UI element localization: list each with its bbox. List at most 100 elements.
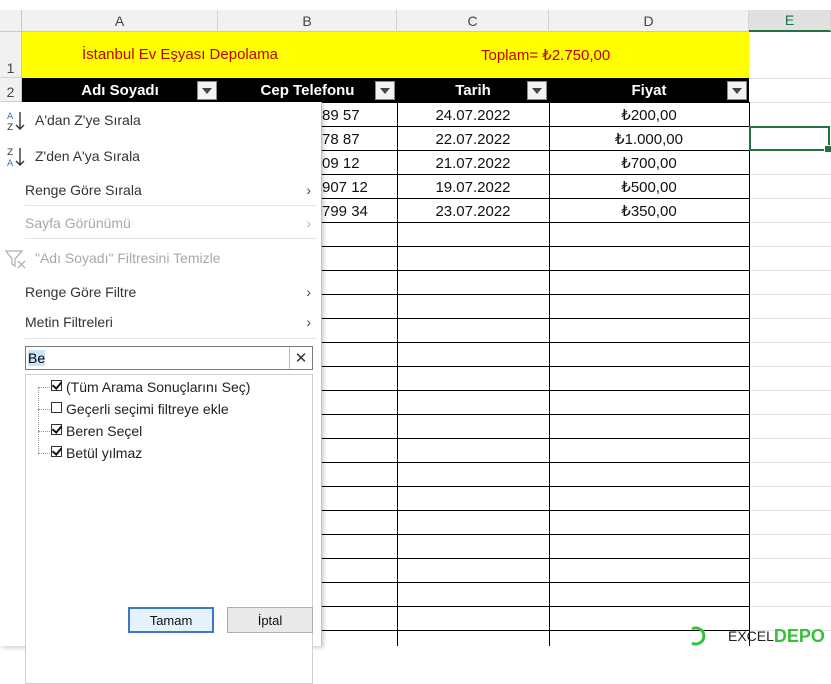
date-cell[interactable]: 22.07.2022 bbox=[397, 127, 549, 151]
column-header-e[interactable]: E bbox=[749, 10, 831, 32]
menu-label: A'dan Z'ye Sırala bbox=[35, 112, 141, 128]
tree-connector bbox=[38, 409, 50, 410]
autofilter-menu: A Z A'dan Z'ye Sırala Z A Z'den A'ya Sır… bbox=[0, 102, 322, 684]
row-header-1[interactable]: 1 bbox=[0, 32, 22, 78]
date-cell[interactable]: 21.07.2022 bbox=[397, 151, 549, 175]
list-item[interactable]: Beren Seçel bbox=[66, 421, 142, 441]
date-cell[interactable]: 19.07.2022 bbox=[397, 175, 549, 199]
checkbox-betul[interactable] bbox=[51, 446, 62, 457]
menu-label: Sayfa Görünümü bbox=[25, 215, 131, 231]
filter-dropdown-button[interactable] bbox=[727, 81, 747, 100]
column-header-a[interactable]: A bbox=[22, 10, 218, 32]
chevron-right-icon: › bbox=[306, 182, 311, 198]
price-cell[interactable]: ₺500,00 bbox=[549, 175, 749, 199]
column-header-d[interactable]: D bbox=[549, 10, 749, 32]
fill-handle[interactable] bbox=[824, 145, 831, 153]
filter-dropdown-button[interactable] bbox=[375, 81, 395, 100]
chevron-right-icon: › bbox=[306, 314, 311, 330]
filter-values-list: (Tüm Arama Sonuçlarını Seç) Geçerli seçi… bbox=[25, 374, 313, 684]
logo-text-excel: EXCEL bbox=[728, 628, 774, 644]
phone-cell[interactable]: 907 12 bbox=[322, 175, 368, 199]
chevron-down-icon bbox=[532, 87, 542, 94]
checkbox-select-all[interactable] bbox=[51, 380, 62, 391]
grid-line bbox=[750, 606, 831, 607]
grid-line bbox=[750, 270, 831, 271]
grid-line bbox=[750, 414, 831, 415]
menu-sheet-view: Sayfa Görünümü › bbox=[0, 208, 321, 238]
chevron-down-icon bbox=[380, 87, 390, 94]
grid-line bbox=[750, 174, 831, 175]
column-header-b[interactable]: B bbox=[218, 10, 397, 32]
price-cell[interactable]: ₺1.000,00 bbox=[549, 127, 749, 151]
total-text: Toplam= ₺2.750,00 bbox=[481, 47, 611, 64]
phone-cell[interactable]: 799 34 bbox=[322, 199, 368, 223]
list-item[interactable]: Geçerli seçimi filtreye ekle bbox=[66, 399, 229, 419]
grid-line bbox=[750, 198, 831, 199]
menu-text-filters[interactable]: Metin Filtreleri › bbox=[0, 307, 321, 337]
grid-line bbox=[750, 462, 831, 463]
menu-sort-a-to-z[interactable]: A Z A'dan Z'ye Sırala bbox=[0, 105, 321, 135]
chevron-right-icon: › bbox=[306, 284, 311, 300]
active-cell-selection[interactable] bbox=[749, 126, 831, 153]
tree-connector bbox=[38, 387, 50, 388]
grid-line bbox=[750, 246, 831, 247]
header-name: Adı Soyadı bbox=[81, 81, 159, 99]
cancel-button[interactable]: İptal bbox=[227, 607, 313, 633]
list-item[interactable]: (Tüm Arama Sonuçlarını Seç) bbox=[66, 377, 250, 397]
logo-icon bbox=[691, 626, 706, 646]
menu-sort-by-color[interactable]: Renge Göre Sırala › bbox=[0, 175, 321, 205]
grid-line bbox=[750, 390, 831, 391]
toolbar-strip bbox=[0, 0, 831, 10]
checkbox-add-to-filter[interactable] bbox=[51, 402, 62, 413]
menu-separator bbox=[25, 205, 317, 206]
price-cell[interactable]: ₺350,00 bbox=[549, 199, 749, 223]
date-cell[interactable]: 23.07.2022 bbox=[397, 199, 549, 223]
tree-connector bbox=[38, 387, 39, 453]
header-phone: Cep Telefonu bbox=[260, 81, 355, 99]
menu-sort-z-to-a[interactable]: Z A Z'den A'ya Sırala bbox=[0, 141, 321, 171]
grid-line bbox=[750, 318, 831, 319]
date-cell[interactable]: 24.07.2022 bbox=[397, 103, 549, 127]
filter-dropdown-button[interactable] bbox=[197, 81, 217, 100]
grid-line bbox=[750, 582, 831, 583]
checkbox-beren[interactable] bbox=[51, 424, 62, 435]
menu-label: Renge Göre Filtre bbox=[25, 284, 137, 300]
phone-cell[interactable]: 89 57 bbox=[322, 103, 360, 127]
excel-depo-logo: EXCEL DEPO bbox=[688, 626, 825, 646]
header-price: Fiyat bbox=[631, 81, 667, 99]
grid-line bbox=[750, 222, 831, 223]
price-cell[interactable]: ₺200,00 bbox=[549, 103, 749, 127]
grid-line bbox=[750, 558, 831, 559]
tree-connector bbox=[38, 453, 50, 454]
filter-search-input[interactable]: Be ✕ bbox=[25, 346, 313, 370]
menu-separator bbox=[25, 238, 317, 239]
phone-cell[interactable]: 78 87 bbox=[322, 127, 360, 151]
chevron-down-icon bbox=[732, 87, 742, 94]
menu-label: "Adı Soyadı" Filtresini Temizle bbox=[35, 250, 221, 266]
chevron-right-icon: › bbox=[306, 215, 311, 231]
chevron-down-icon bbox=[202, 87, 212, 94]
phone-cell[interactable]: 09 12 bbox=[322, 151, 360, 175]
menu-filter-by-color[interactable]: Renge Göre Filtre › bbox=[0, 277, 321, 307]
grid-line bbox=[750, 486, 831, 487]
svg-text:Z: Z bbox=[7, 148, 13, 158]
sort-ascending-icon: A Z bbox=[7, 112, 25, 133]
company-title: İstanbul Ev Eşyası Depolama bbox=[82, 46, 278, 63]
grid-line bbox=[749, 78, 831, 79]
menu-label: Renge Göre Sırala bbox=[25, 182, 142, 198]
list-item[interactable]: Betül yılmaz bbox=[66, 443, 142, 463]
close-icon[interactable]: ✕ bbox=[289, 347, 312, 369]
search-input-value: Be bbox=[28, 350, 46, 366]
svg-text:A: A bbox=[7, 159, 14, 169]
grid-line bbox=[750, 342, 831, 343]
select-all-corner[interactable] bbox=[0, 10, 22, 32]
grid-line bbox=[750, 534, 831, 535]
menu-label: Metin Filtreleri bbox=[25, 314, 113, 330]
grid-line bbox=[749, 102, 750, 646]
grid-line bbox=[750, 294, 831, 295]
column-header-c[interactable]: C bbox=[397, 10, 549, 32]
row-header-2[interactable]: 2 bbox=[0, 78, 22, 102]
filter-dropdown-button[interactable] bbox=[527, 81, 547, 100]
price-cell[interactable]: ₺700,00 bbox=[549, 151, 749, 175]
ok-button[interactable]: Tamam bbox=[128, 607, 214, 633]
